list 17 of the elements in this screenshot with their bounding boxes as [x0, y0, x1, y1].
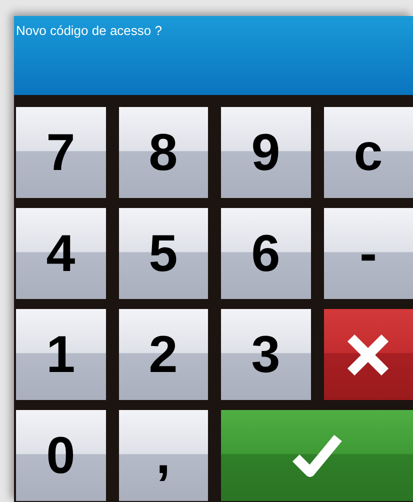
confirm-button[interactable] — [221, 410, 413, 501]
keypad-key[interactable]: 3 — [221, 309, 310, 400]
keypad-key[interactable]: 6 — [221, 208, 310, 299]
keypad-key[interactable]: c — [324, 107, 413, 198]
keypad-key[interactable]: 5 — [118, 208, 208, 299]
keypad-key[interactable]: 1 — [16, 309, 106, 400]
keypad-key[interactable]: 8 — [118, 107, 208, 198]
close-icon — [345, 332, 392, 378]
prompt-text: Novo código de acesso ? — [16, 23, 162, 38]
keypad-key[interactable]: 4 — [16, 208, 106, 299]
keypad-key[interactable]: - — [324, 208, 413, 299]
keypad-key[interactable]: 0 — [16, 410, 106, 501]
keypad-key[interactable]: , — [118, 410, 208, 501]
cancel-button[interactable] — [324, 309, 413, 400]
keypad-key[interactable]: 9 — [221, 107, 310, 198]
keypad-key[interactable]: 2 — [118, 309, 208, 400]
keypad-key[interactable]: 7 — [16, 107, 106, 198]
